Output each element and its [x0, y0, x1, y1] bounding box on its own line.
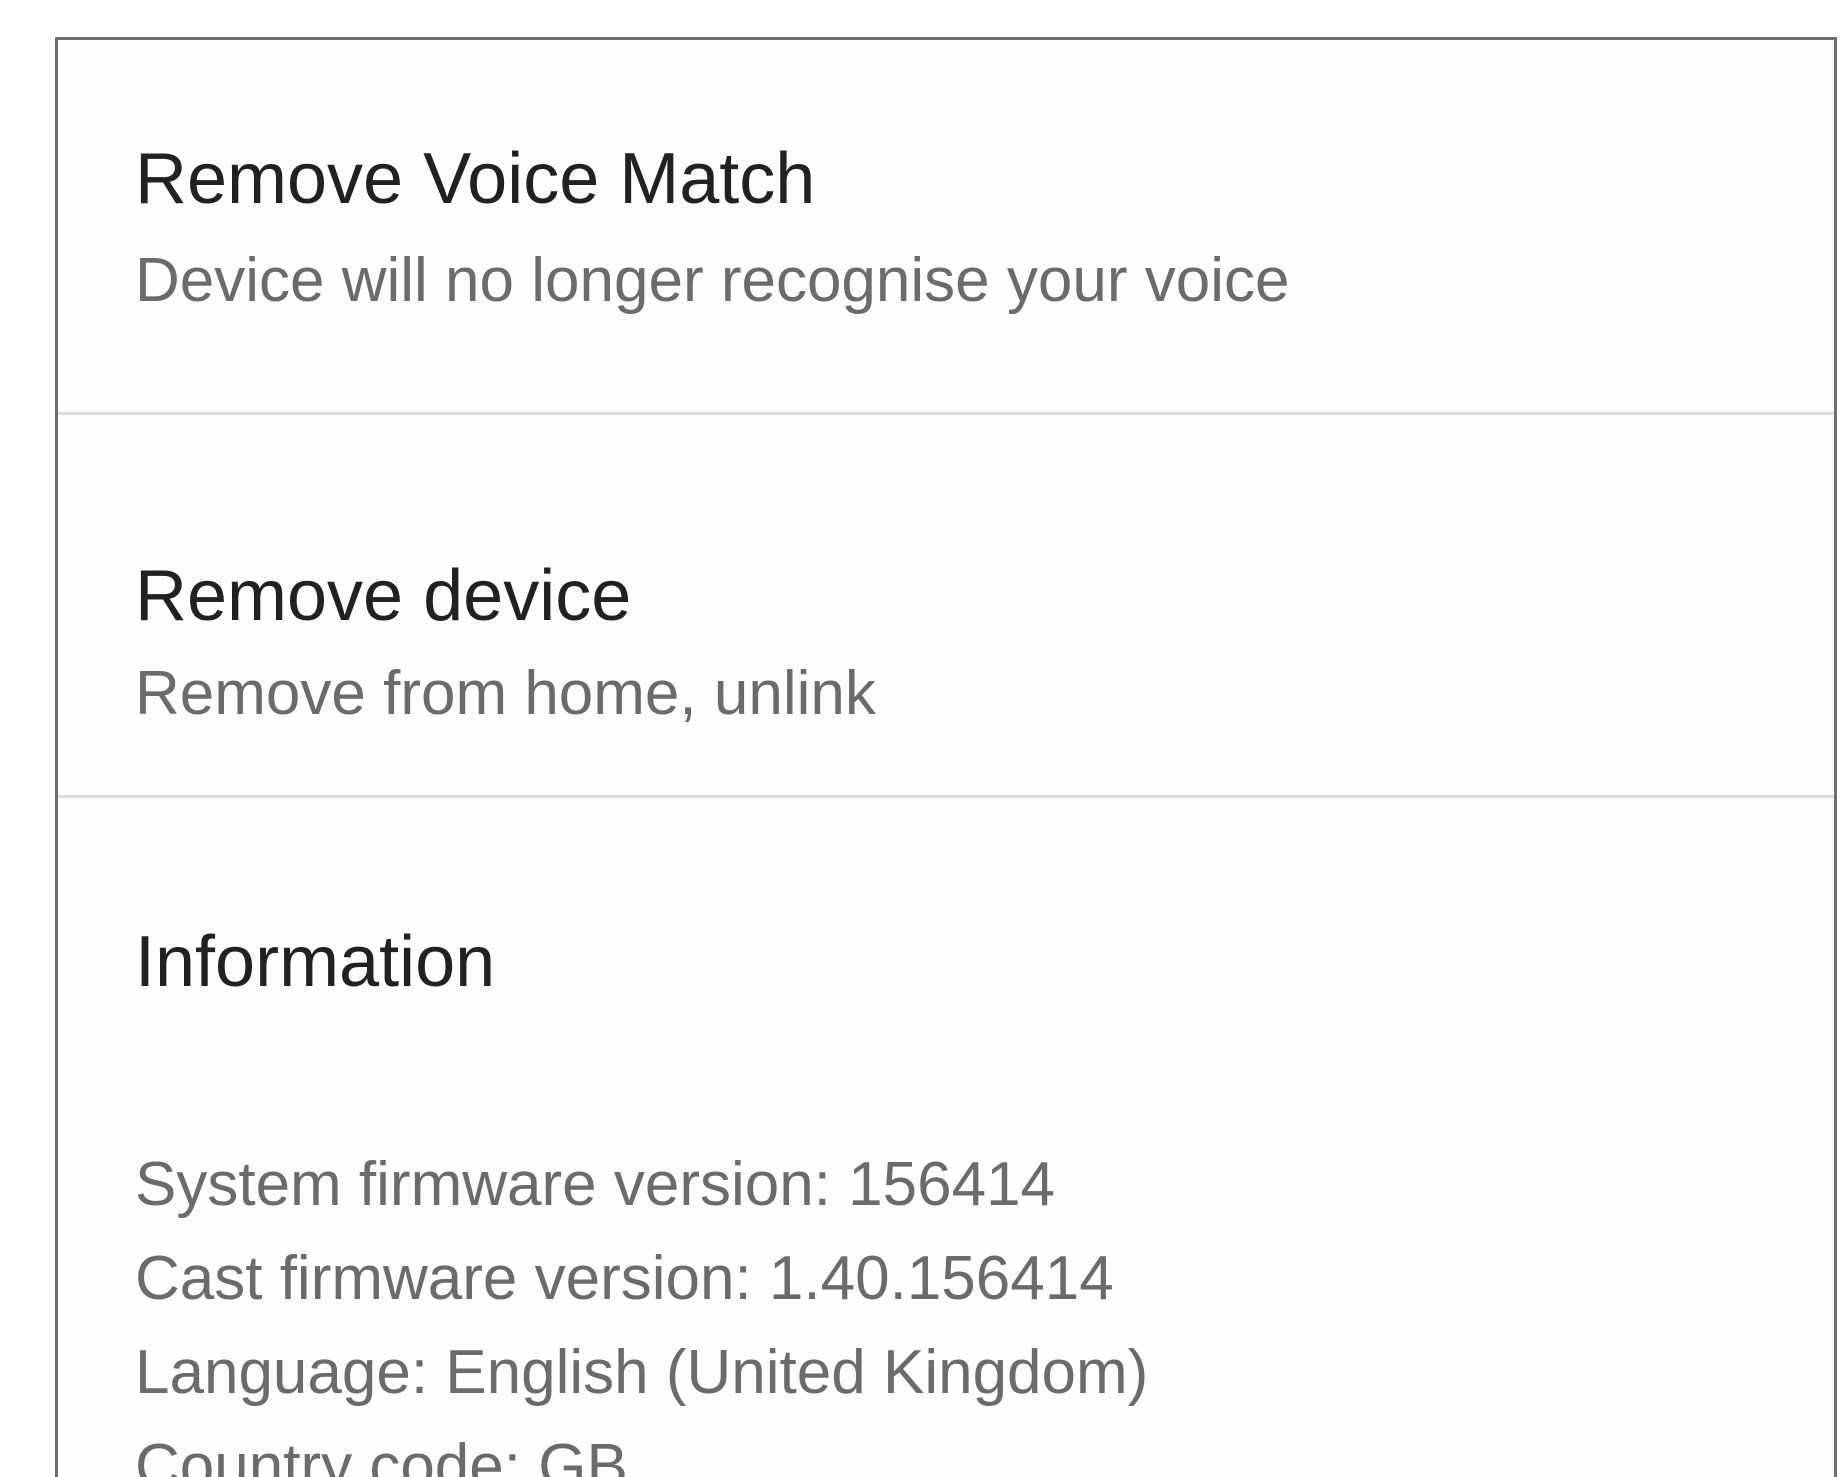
remove-voice-match-title: Remove Voice Match: [135, 139, 816, 219]
information-heading: Information: [135, 922, 496, 1002]
cast-firmware-version: Cast firmware version: 1.40.156414: [135, 1244, 1114, 1313]
remove-device-title: Remove device: [135, 556, 632, 636]
system-firmware-version: System firmware version: 156414: [135, 1150, 1056, 1219]
remove-device-item[interactable]: Remove device Remove from home, unlink: [58, 415, 1834, 795]
information-section: Information System firmware version: 156…: [58, 798, 1834, 1477]
remove-device-description: Remove from home, unlink: [135, 659, 876, 728]
country-code-info: Country code: GB: [135, 1432, 628, 1477]
language-info: Language: English (United Kingdom): [135, 1338, 1149, 1407]
settings-panel: Remove Voice Match Device will no longer…: [55, 37, 1837, 1477]
remove-voice-match-description: Device will no longer recognise your voi…: [135, 246, 1290, 315]
information-list: System firmware version: 156414 Cast fir…: [135, 1138, 1148, 1477]
remove-voice-match-item[interactable]: Remove Voice Match Device will no longer…: [58, 40, 1834, 412]
